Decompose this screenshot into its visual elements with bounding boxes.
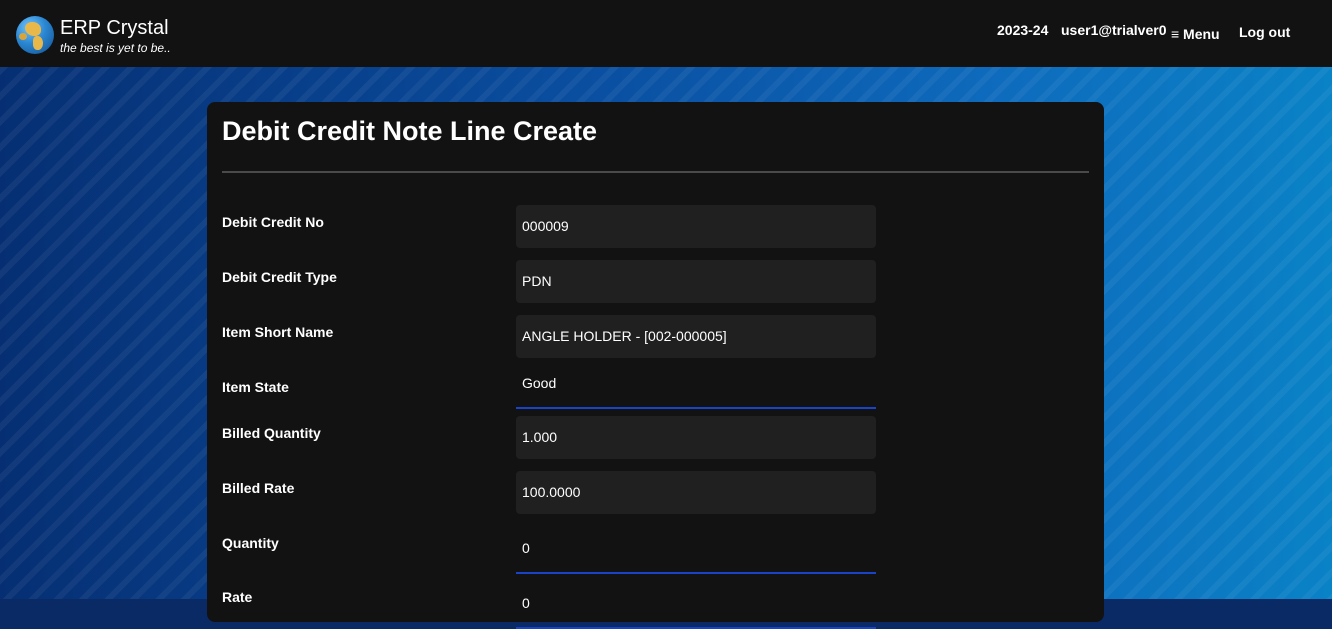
menu-button[interactable]: ≡ Menu xyxy=(1171,26,1220,42)
item-short-name-label: Item Short Name xyxy=(222,324,334,340)
billed-quantity-label: Billed Quantity xyxy=(222,425,321,441)
fiscal-year[interactable]: 2023-24 xyxy=(997,22,1048,38)
page-title: Debit Credit Note Line Create xyxy=(222,116,598,146)
item-state-select[interactable]: Good xyxy=(516,366,876,409)
form-card: Debit Credit Note Line Create Debit Cred… xyxy=(207,102,1104,629)
billed-quantity-field[interactable]: 1.000 xyxy=(516,416,876,459)
globe-logo-icon[interactable] xyxy=(16,16,54,54)
rate-input[interactable]: 0 xyxy=(516,586,876,629)
debit-credit-no-label: Debit Credit No xyxy=(222,214,324,230)
debit-credit-type-field[interactable]: PDN xyxy=(516,260,876,303)
billed-rate-field[interactable]: 100.0000 xyxy=(516,471,876,514)
brand-tagline: the best is yet to be.. xyxy=(60,41,171,55)
brand-title[interactable]: ERP Crystal xyxy=(60,17,169,40)
debit-credit-type-label: Debit Credit Type xyxy=(222,269,337,285)
logout-link[interactable]: Log out xyxy=(1239,24,1290,40)
item-short-name-field[interactable]: ANGLE HOLDER - [002-000005] xyxy=(516,315,876,358)
quantity-input[interactable]: 0 xyxy=(516,531,876,574)
billed-rate-label: Billed Rate xyxy=(222,480,295,496)
item-state-label: Item State xyxy=(222,379,289,395)
top-navbar: ERP Crystal the best is yet to be.. 2023… xyxy=(0,0,1332,67)
rate-label: Rate xyxy=(222,589,253,605)
title-divider xyxy=(222,171,1089,173)
debit-credit-no-field[interactable]: 000009 xyxy=(516,205,876,248)
current-user[interactable]: user1@trialver0 xyxy=(1061,22,1167,38)
quantity-label: Quantity xyxy=(222,535,279,551)
